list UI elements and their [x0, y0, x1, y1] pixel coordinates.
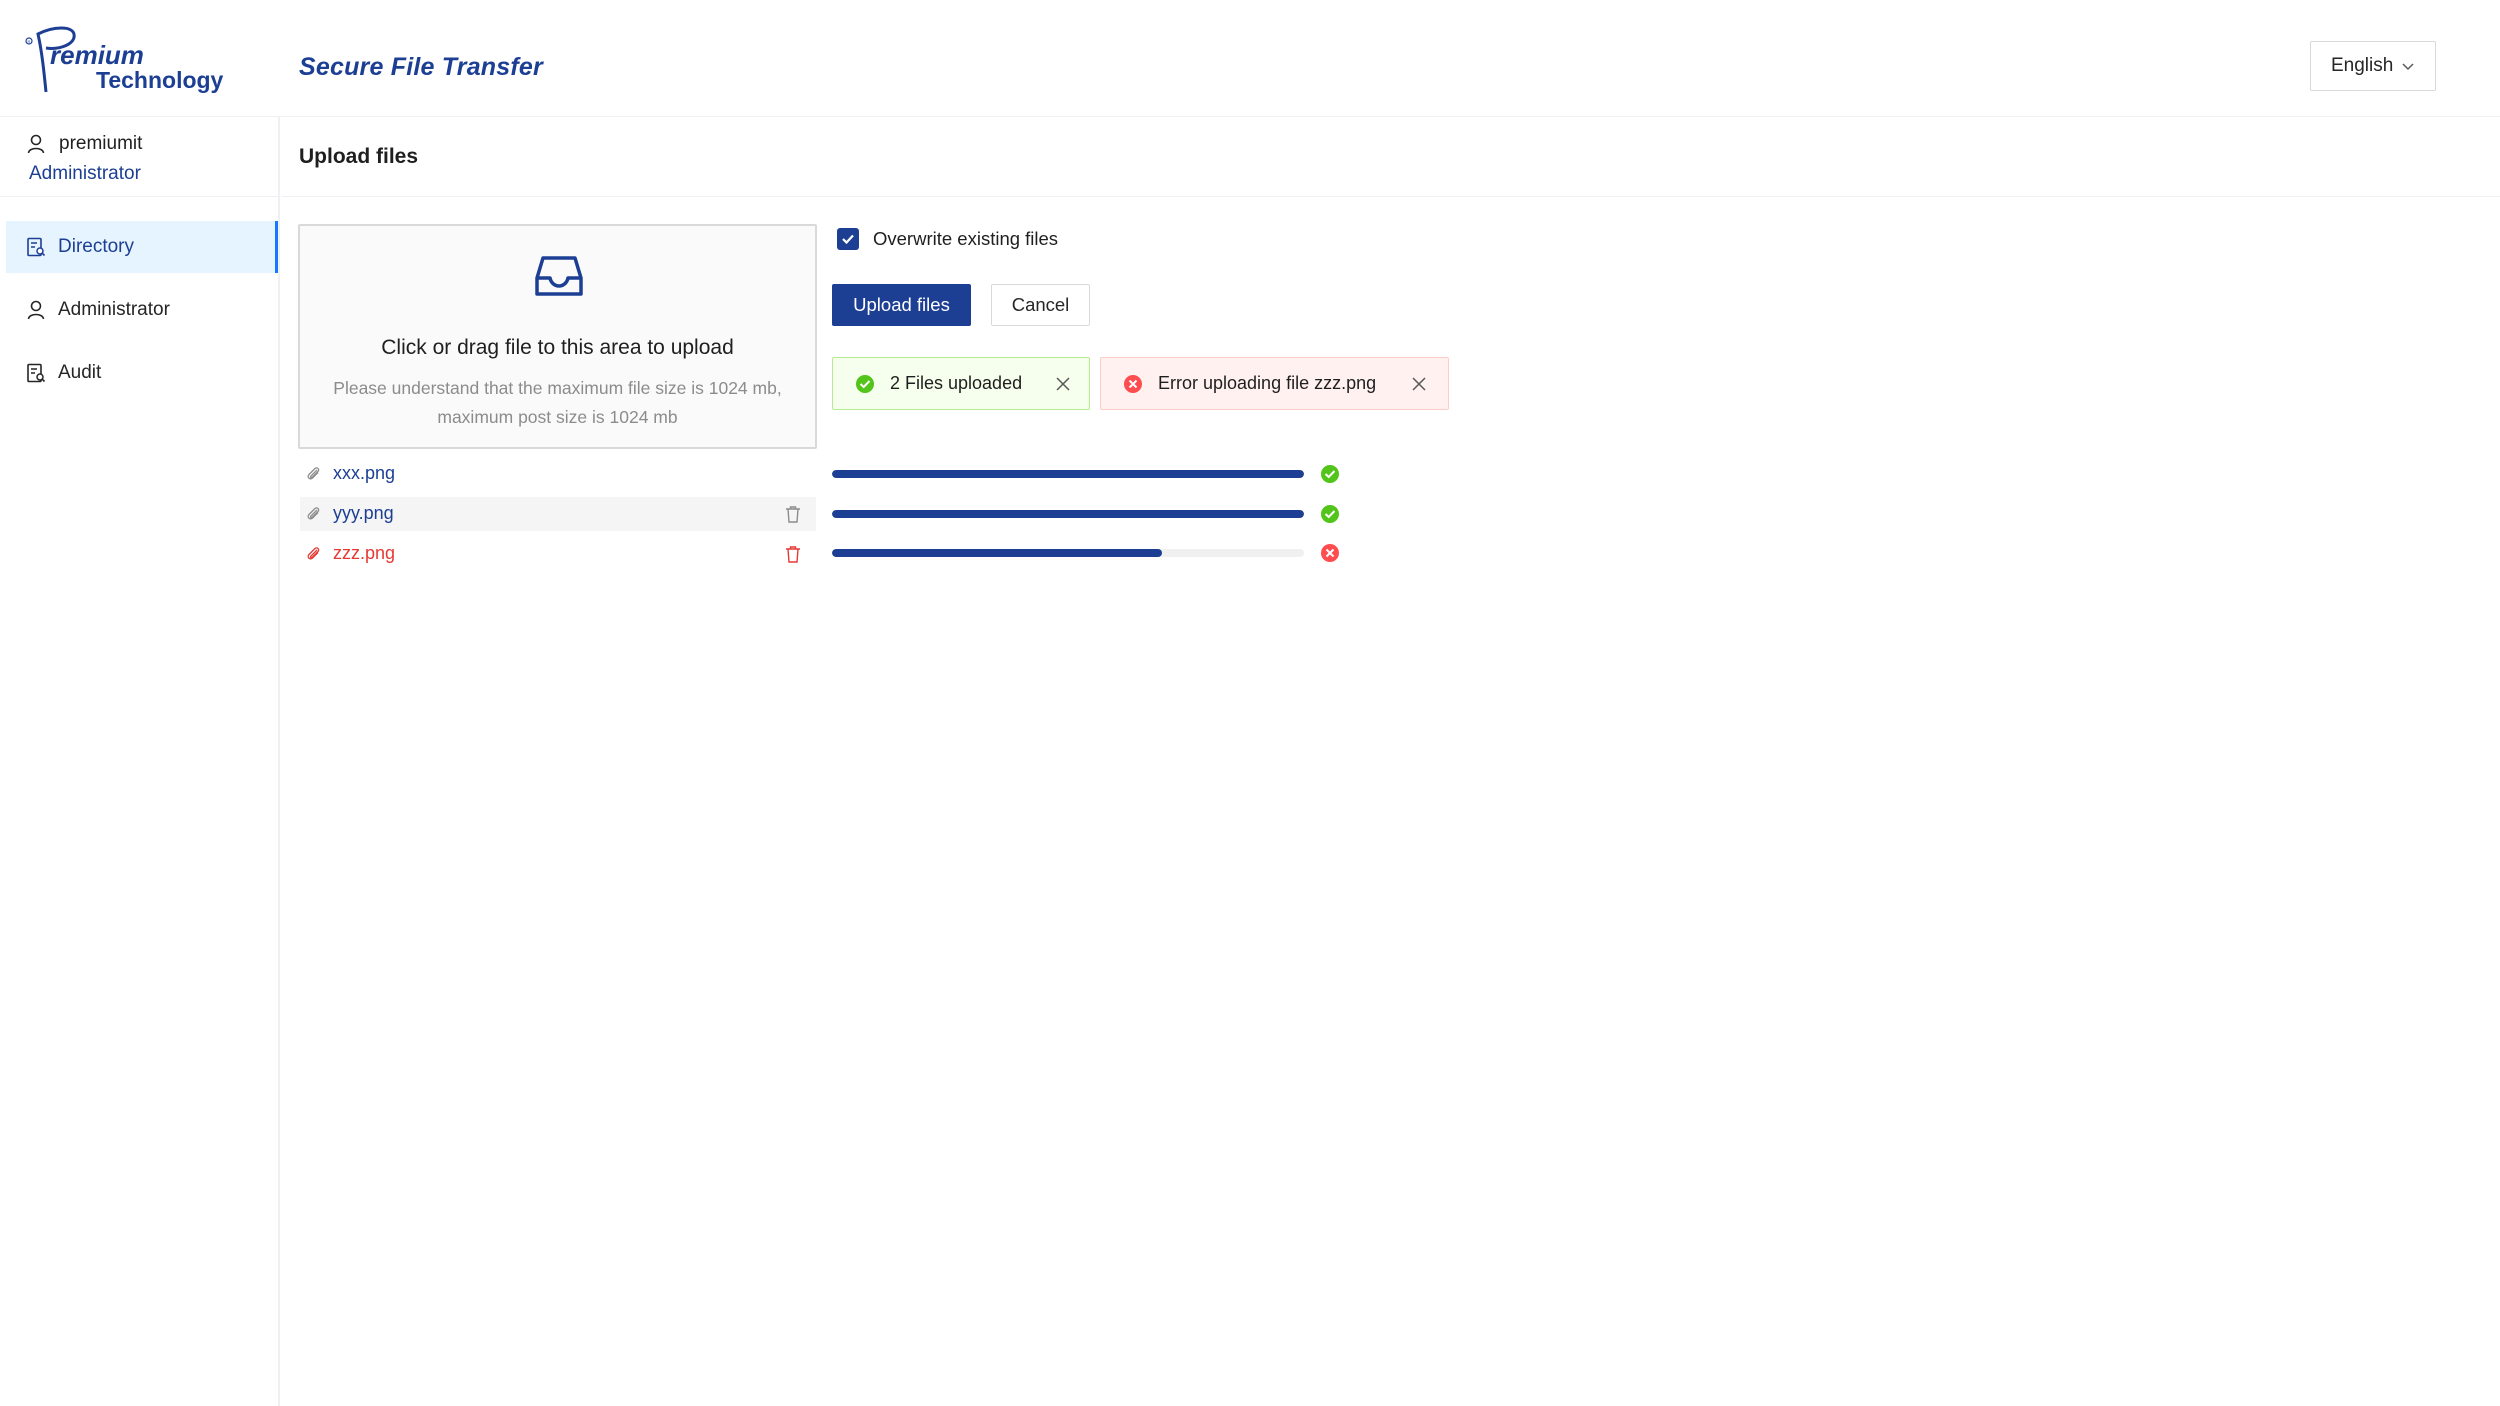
user-icon	[27, 300, 45, 320]
dropzone-hint: Please understand that the maximum file …	[333, 378, 782, 427]
check-circle-icon	[1321, 505, 1339, 523]
file-name[interactable]: xxx.png	[333, 463, 395, 484]
sidebar-item-label: Audit	[58, 362, 102, 383]
file-name[interactable]: yyy.png	[333, 503, 394, 524]
sidebar-item-directory[interactable]: Directory	[6, 221, 278, 273]
close-icon[interactable]	[1055, 376, 1071, 392]
language-select[interactable]: English	[2310, 41, 2436, 91]
check-circle-icon	[1321, 465, 1339, 483]
overwrite-checkbox[interactable]: Overwrite existing files	[837, 227, 1058, 251]
paperclip-icon	[307, 547, 320, 560]
logo-text-technology: Technology	[96, 67, 224, 93]
app-header: R remium Technology Secure File Transfer…	[0, 0, 2500, 117]
user-name: premiumit	[59, 133, 143, 154]
sidebar-item-label: Directory	[58, 236, 135, 257]
folder-doc-icon	[27, 237, 46, 257]
check-circle-icon	[856, 375, 874, 393]
checkbox-box[interactable]	[837, 228, 859, 250]
sidebar-item-audit[interactable]: Audit	[6, 347, 278, 399]
paperclip-icon	[307, 507, 320, 520]
app-title: Secure File Transfer	[299, 53, 543, 81]
upload-dropzone[interactable]: Click or drag file to this area to uploa…	[298, 224, 817, 449]
progress-fill	[832, 549, 1163, 557]
checkmark-icon	[842, 234, 854, 245]
progress-bar-yyy	[832, 510, 1304, 518]
progress-fill	[832, 510, 1304, 518]
file-item-yyy[interactable]: yyy.png	[300, 497, 816, 531]
file-item-xxx[interactable]: xxx.png	[300, 457, 816, 491]
dropzone-text: Click or drag file to this area to uploa…	[381, 336, 734, 359]
user-icon	[27, 134, 45, 154]
user-info: premiumit Administrator	[0, 117, 278, 197]
file-item-zzz[interactable]: zzz.png	[300, 537, 816, 571]
progress-bar-zzz	[832, 549, 1304, 557]
paperclip-icon	[307, 467, 320, 480]
sidebar-item-label: Administrator	[58, 299, 170, 320]
success-alert-text: 2 Files uploaded	[890, 373, 1023, 393]
close-circle-icon	[1124, 375, 1142, 393]
cancel-button[interactable]: Cancel	[991, 284, 1090, 326]
success-alert: 2 Files uploaded	[832, 357, 1090, 410]
close-circle-icon	[1321, 544, 1339, 562]
logo-text-remium: remium	[50, 40, 144, 70]
svg-text:R: R	[28, 39, 31, 44]
audit-icon	[27, 363, 46, 383]
delete-icon[interactable]	[785, 545, 801, 563]
divider	[282, 196, 2500, 197]
progress-bar-xxx	[832, 470, 1304, 478]
overwrite-label: Overwrite existing files	[873, 228, 1059, 249]
upload-files-button[interactable]: Upload files	[832, 284, 971, 326]
delete-icon[interactable]	[785, 505, 801, 523]
inbox-icon	[535, 256, 583, 296]
error-alert-text: Error uploading file zzz.png	[1158, 373, 1377, 393]
file-name[interactable]: zzz.png	[333, 543, 395, 564]
user-role: Administrator	[29, 163, 141, 184]
chevron-down-icon	[2402, 63, 2414, 71]
error-alert: Error uploading file zzz.png	[1100, 357, 1449, 410]
progress-fill	[832, 470, 1304, 478]
close-icon[interactable]	[1411, 376, 1427, 392]
page-title: Upload files	[299, 145, 419, 168]
sidebar-item-administrator[interactable]: Administrator	[6, 284, 278, 336]
language-value: English	[2331, 55, 2394, 76]
sidebar: premiumit Administrator Directory Admini…	[0, 117, 280, 1406]
premium-technology-logo[interactable]: R remium Technology	[24, 22, 234, 98]
